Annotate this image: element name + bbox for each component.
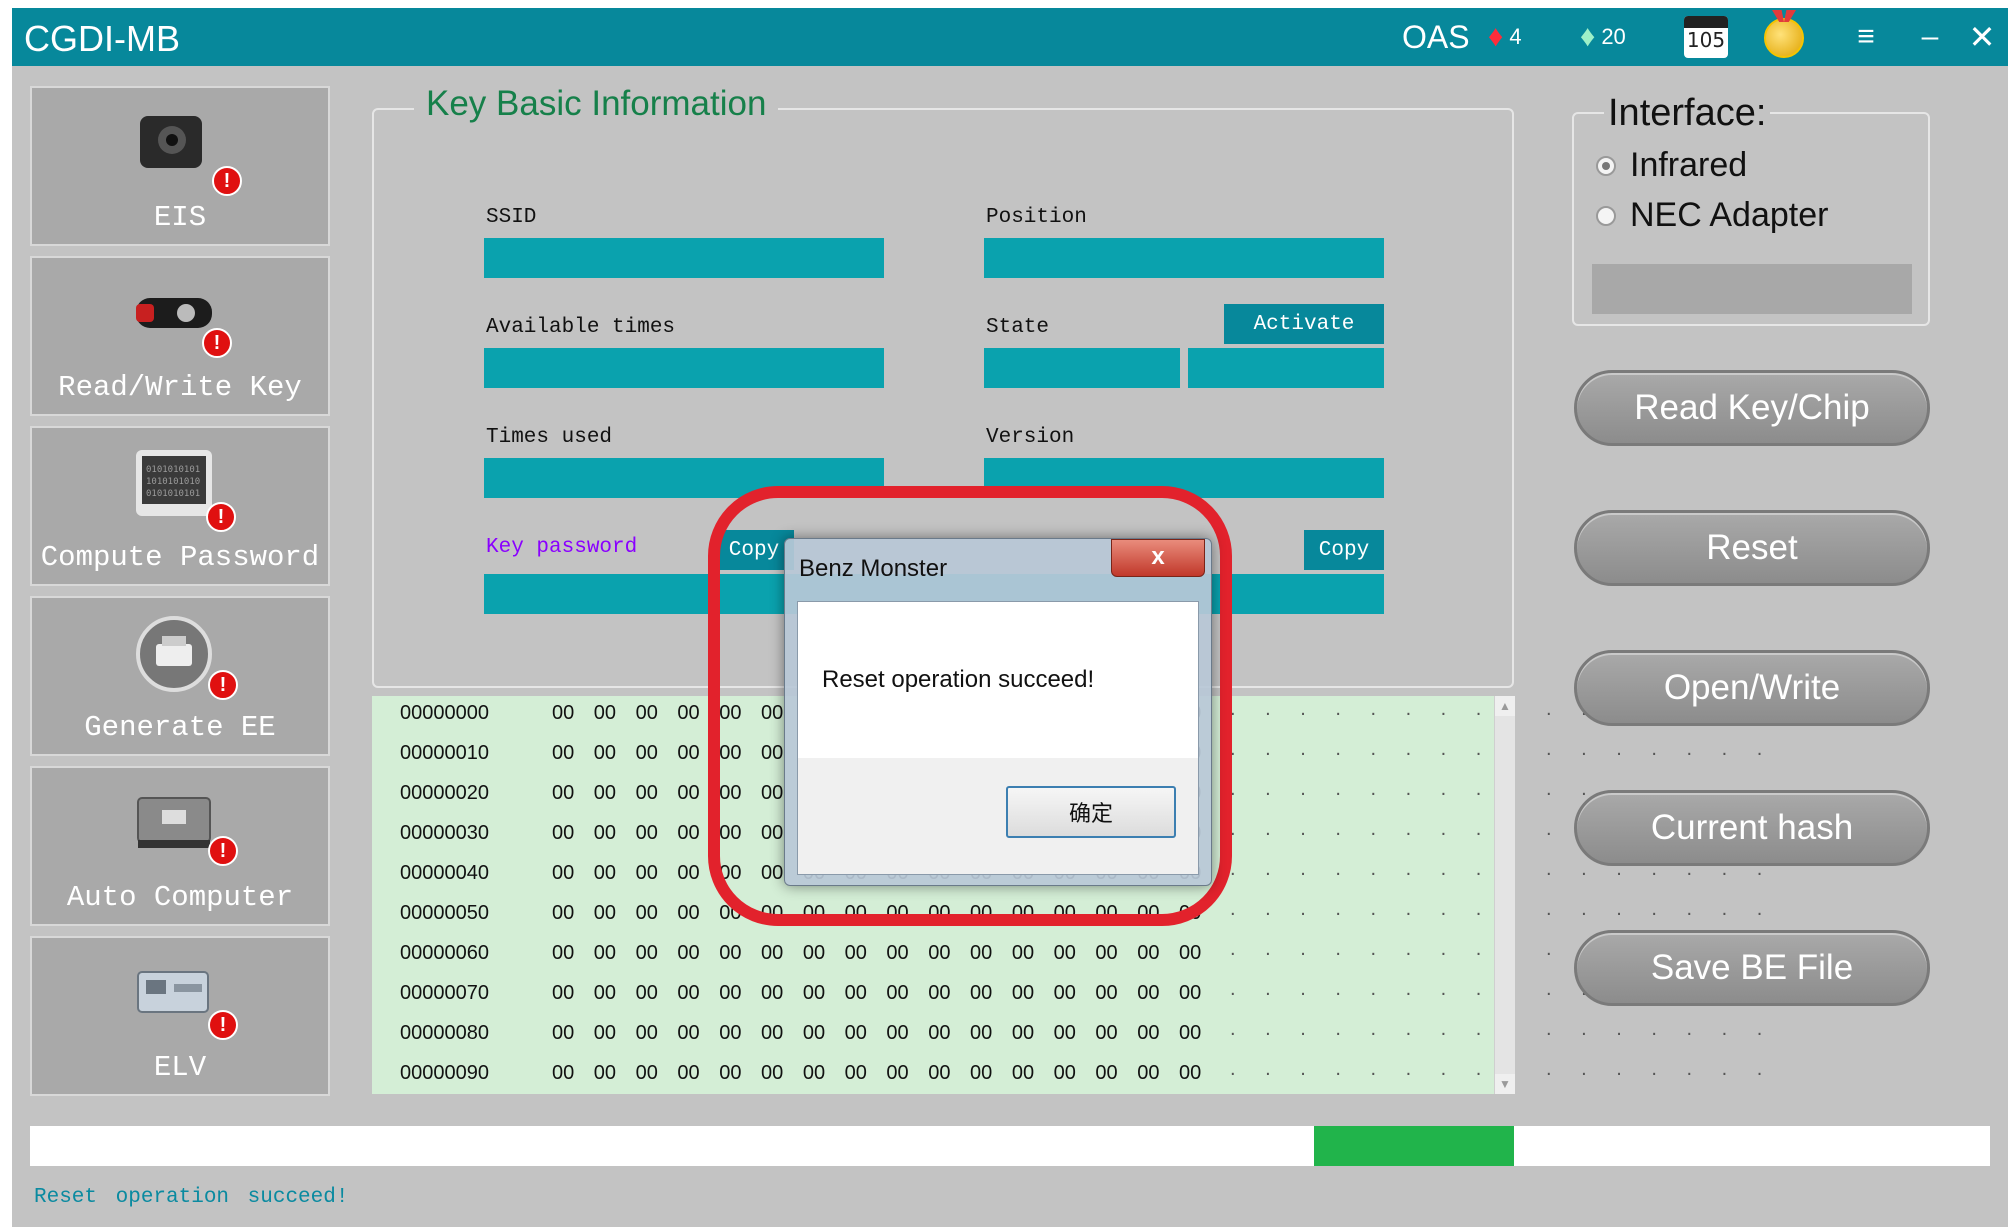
hex-address: 00000040 (400, 862, 489, 884)
medal-icon[interactable] (1764, 18, 1804, 58)
dialog-message-area: Reset operation succeed! (798, 602, 1198, 758)
available-times-label: Available times (486, 316, 676, 339)
sidebar-item-label: ELV (153, 1051, 207, 1084)
hex-bytes: 00 00 00 00 00 00 00 00 00 00 00 00 00 0… (552, 1062, 1202, 1084)
sidebar-item-label: Read/Write Key (58, 371, 302, 404)
radio-unselected-icon (1596, 205, 1616, 226)
hex-address: 00000090 (400, 1062, 489, 1084)
sidebar-item-auto-computer[interactable]: ! Auto Computer (30, 766, 330, 926)
progress-bar (30, 1126, 1990, 1166)
printer-badge-icon (136, 616, 212, 692)
key-basic-information-title: Key Basic Information (414, 84, 779, 124)
ignition-switch-icon (140, 116, 202, 168)
status-message: Reset operation succeed! (34, 1186, 349, 1209)
dialog-title: Benz Monster (799, 555, 948, 582)
radio-infrared[interactable]: Infrared (1596, 146, 1747, 185)
svg-text:0101010101: 0101010101 (146, 489, 200, 499)
sidebar-item-generate-ee[interactable]: ! Generate EE (30, 596, 330, 756)
steering-lock-icon (137, 971, 209, 1013)
version-label: Version (986, 426, 1075, 449)
save-be-file-button[interactable]: Save BE File (1574, 930, 1930, 1006)
hex-address: 00000060 (400, 942, 489, 964)
warning-icon: ! (212, 166, 242, 196)
reset-button[interactable]: Reset (1574, 510, 1930, 586)
read-key-chip-button[interactable]: Read Key/Chip (1574, 370, 1930, 446)
hex-bytes: 00 00 00 00 00 00 00 00 00 00 00 00 00 0… (552, 942, 1202, 964)
oas-label: OAS (1402, 18, 1470, 55)
hex-scrollbar[interactable]: ▲ ▼ (1494, 696, 1515, 1094)
copy-button[interactable]: Copy (1304, 530, 1384, 570)
radio-label: Infrared (1630, 146, 1748, 184)
app-title: CGDI-MB (24, 18, 180, 59)
position-label: Position (986, 206, 1087, 229)
hex-address: 00000080 (400, 1022, 489, 1044)
interface-title: Interface: (1604, 92, 1771, 135)
dialog-close-icon[interactable]: x (1111, 539, 1205, 577)
sidebar-item-compute-password[interactable]: 0101010101 1010101010 0101010101 ! Compu… (30, 426, 330, 586)
svg-text:1010101010: 1010101010 (146, 477, 200, 487)
ruby-count: 4 (1509, 24, 1522, 49)
emerald-count: 20 (1601, 24, 1626, 49)
open-write-button[interactable]: Open/Write (1574, 650, 1930, 726)
times-used-label: Times used (486, 426, 613, 449)
state-field[interactable] (984, 348, 1180, 388)
ecu-module-icon (137, 797, 211, 848)
minimize-icon[interactable]: – (1910, 8, 1950, 66)
activate-button[interactable]: Activate (1224, 304, 1384, 344)
sidebar-item-label: Generate EE (84, 711, 276, 744)
progress-fill (1314, 1126, 1514, 1166)
ssid-field[interactable] (484, 238, 884, 278)
hex-address: 00000000 (400, 702, 489, 724)
binary-chip-icon: 0101010101 1010101010 0101010101 (136, 450, 212, 516)
sidebar-item-label: Auto Computer (66, 881, 294, 914)
emerald-counter: ♦ 20 (1580, 8, 1626, 66)
sidebar-item-label: Compute Password (40, 541, 320, 574)
sidebar-item-eis[interactable]: ! EIS (30, 86, 330, 246)
sidebar-item-read-write-key[interactable]: ! Read/Write Key (30, 256, 330, 416)
dialog-ok-button[interactable]: 确定 (1006, 786, 1176, 838)
position-field[interactable] (984, 238, 1384, 278)
state-label: State (986, 316, 1050, 339)
warning-icon: ! (202, 328, 232, 358)
warning-icon: ! (208, 836, 238, 866)
menu-icon[interactable]: ≡ (1846, 8, 1886, 66)
state-field-2[interactable] (1188, 348, 1384, 388)
available-times-field[interactable] (484, 348, 884, 388)
emerald-gem-icon: ♦ (1580, 20, 1596, 53)
dialog-message: Reset operation succeed! (822, 666, 1095, 693)
hex-address: 00000020 (400, 782, 489, 804)
hex-bytes: 00 00 00 00 00 00 00 00 00 00 00 00 00 0… (552, 982, 1202, 1004)
scroll-up-icon[interactable]: ▲ (1495, 696, 1515, 716)
app-window: CGDI-MB OAS ♦ 4 ♦ 20 105 ≡ – ✕ ! EIS ! R… (12, 8, 2008, 1227)
hex-address: 00000070 (400, 982, 489, 1004)
hex-bytes: 00 00 00 00 00 00 00 00 00 00 00 00 00 0… (552, 1022, 1202, 1044)
hex-address: 00000050 (400, 902, 489, 924)
radio-selected-icon (1596, 155, 1616, 176)
close-icon[interactable]: ✕ (1962, 8, 2002, 66)
interface-status-box (1592, 264, 1912, 314)
scroll-down-icon[interactable]: ▼ (1495, 1074, 1515, 1094)
hex-address: 00000030 (400, 822, 489, 844)
dialog-body: Reset operation succeed! 确定 (797, 601, 1199, 875)
radio-label: NEC Adapter (1630, 196, 1829, 234)
ruby-gem-icon: ♦ (1488, 20, 1504, 53)
current-hash-button[interactable]: Current hash (1574, 790, 1930, 866)
ruby-counter: ♦ 4 (1488, 8, 1522, 66)
warning-icon: ! (208, 1010, 238, 1040)
sidebar-item-elv[interactable]: ! ELV (30, 936, 330, 1096)
svg-text:0101010101: 0101010101 (146, 465, 200, 475)
sidebar-item-label: EIS (153, 201, 207, 234)
warning-icon: ! (206, 502, 236, 532)
warning-icon: ! (208, 670, 238, 700)
hex-address: 00000010 (400, 742, 489, 764)
key-password-label: Key password (486, 536, 638, 559)
interface-group: Interface: Infrared NEC Adapter (1572, 92, 1930, 326)
message-dialog: Benz Monster x Reset operation succeed! … (784, 538, 1212, 886)
radio-nec-adapter[interactable]: NEC Adapter (1596, 196, 1828, 235)
calendar-value: 105 (1686, 28, 1726, 52)
calendar-icon[interactable]: 105 (1684, 16, 1728, 58)
ssid-label: SSID (486, 206, 537, 229)
title-bar: CGDI-MB OAS ♦ 4 ♦ 20 105 ≡ – ✕ (12, 8, 2008, 66)
